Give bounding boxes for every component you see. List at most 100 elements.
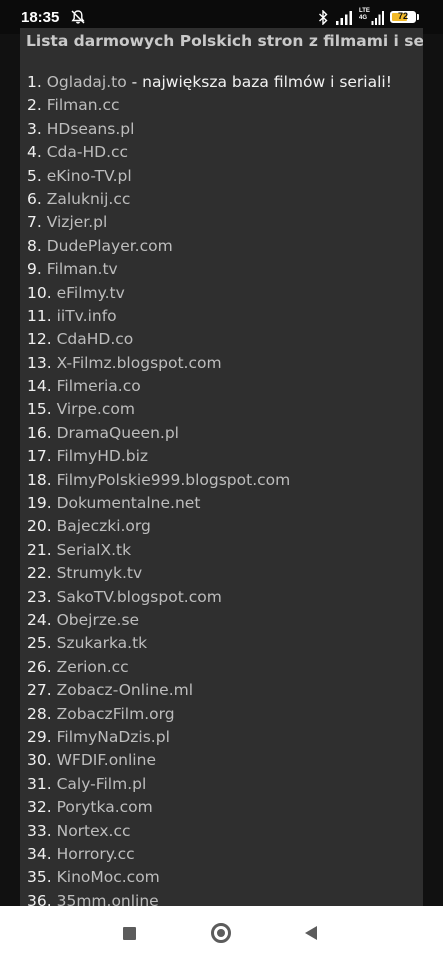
item-number: 22. — [27, 564, 52, 583]
site-link[interactable]: Strumyk.tv — [57, 564, 143, 582]
item-number: 11. — [27, 306, 52, 325]
recent-apps-icon[interactable] — [123, 927, 136, 940]
list-item: 32. Porytka.com — [27, 796, 423, 819]
site-link[interactable]: eKino-TV.pl — [47, 167, 132, 185]
list-item: 28. ZobaczFilm.org — [27, 703, 423, 726]
list-item: 9. Filman.tv — [27, 258, 423, 281]
site-link[interactable]: Ogladaj.to — [47, 73, 127, 91]
list-item: 12. CdaHD.co — [27, 328, 423, 351]
item-number: 26. — [27, 657, 52, 676]
list-item: 6. Zaluknij.cc — [27, 188, 423, 211]
item-number: 9. — [27, 260, 42, 279]
item-number: 2. — [27, 96, 42, 115]
battery-tip — [417, 14, 419, 20]
list-item: 29. FilmyNaDzis.pl — [27, 726, 423, 749]
signal-icon — [336, 11, 352, 25]
item-number: 23. — [27, 587, 52, 606]
item-number: 31. — [27, 774, 52, 793]
list-item: 10. eFilmy.tv — [27, 282, 423, 305]
site-link[interactable]: SerialX.tk — [57, 541, 131, 559]
list-item: 18. FilmyPolskie999.blogspot.com — [27, 469, 423, 492]
lte-sublabel: 4G — [359, 15, 368, 21]
site-link[interactable]: WFDIF.online — [57, 751, 156, 769]
site-link[interactable]: eFilmy.tv — [57, 284, 125, 302]
list-item: 23. SakoTV.blogspot.com — [27, 586, 423, 609]
site-link[interactable]: X-Filmz.blogspot.com — [57, 354, 222, 372]
back-icon[interactable] — [304, 925, 318, 941]
site-link[interactable]: ZobaczFilm.org — [57, 705, 175, 723]
item-number: 19. — [27, 494, 52, 513]
site-link[interactable]: Nortex.cc — [57, 822, 131, 840]
site-link[interactable]: FilmyHD.biz — [57, 447, 148, 465]
list-item: 19. Dokumentalne.net — [27, 492, 423, 515]
item-number: 29. — [27, 727, 52, 746]
list-item: 27. Zobacz-Online.ml — [27, 679, 423, 702]
item-number: 27. — [27, 681, 52, 700]
list-item: 26. Zerion.cc — [27, 656, 423, 679]
site-link[interactable]: Bajeczki.org — [57, 517, 151, 535]
site-link[interactable]: iiTv.info — [57, 307, 117, 325]
site-link[interactable]: Zaluknij.cc — [47, 190, 131, 208]
site-link[interactable]: FilmyNaDzis.pl — [57, 728, 170, 746]
site-link[interactable]: HDseans.pl — [47, 120, 135, 138]
list-item: 33. Nortex.cc — [27, 820, 423, 843]
list-item: 7. Vizjer.pl — [27, 211, 423, 234]
list-item: 11. iiTv.info — [27, 305, 423, 328]
list-item: 5. eKino-TV.pl — [27, 165, 423, 188]
lte-icon: LTE 4G — [359, 8, 370, 22]
signal-icon — [371, 11, 384, 25]
site-link[interactable]: CdaHD.co — [57, 330, 134, 348]
site-link[interactable]: KinoMoc.com — [57, 868, 160, 886]
site-link[interactable]: Filman.tv — [47, 260, 118, 278]
item-number: 21. — [27, 540, 52, 559]
item-number: 32. — [27, 798, 52, 817]
status-time: 18:35 — [21, 9, 60, 26]
site-link[interactable]: Cda-HD.cc — [47, 143, 128, 161]
site-link[interactable]: Szukarka.tk — [57, 634, 148, 652]
list-item: 13. X-Filmz.blogspot.com — [27, 352, 423, 375]
site-link[interactable]: Obejrze.se — [57, 611, 139, 629]
item-number: 34. — [27, 844, 52, 863]
site-link[interactable]: FilmyPolskie999.blogspot.com — [57, 471, 291, 489]
item-number: 5. — [27, 166, 42, 185]
bluetooth-icon — [319, 10, 328, 25]
item-number: 24. — [27, 610, 52, 629]
site-link[interactable]: Virpe.com — [57, 400, 135, 418]
list-item: 35. KinoMoc.com — [27, 866, 423, 889]
page-title: Lista darmowych Polskich stron z filmami… — [26, 32, 423, 50]
item-number: 4. — [27, 143, 42, 162]
navigation-bar — [0, 906, 443, 960]
item-number: 20. — [27, 517, 52, 536]
item-number: 25. — [27, 634, 52, 653]
site-list: 1. Ogladaj.to - największa baza filmów i… — [20, 71, 423, 906]
site-link[interactable]: Vizjer.pl — [47, 213, 108, 231]
page-content[interactable]: Lista darmowych Polskich stron z filmami… — [20, 28, 423, 906]
site-link[interactable]: DudePlayer.com — [47, 237, 173, 255]
list-item: 22. Strumyk.tv — [27, 562, 423, 585]
list-item: 1. Ogladaj.to - największa baza filmów i… — [27, 71, 423, 94]
site-link[interactable]: SakoTV.blogspot.com — [57, 588, 222, 606]
site-link[interactable]: 35mm.online — [57, 892, 159, 906]
list-item: 25. Szukarka.tk — [27, 632, 423, 655]
list-item: 4. Cda-HD.cc — [27, 141, 423, 164]
site-link[interactable]: Filman.cc — [47, 96, 120, 114]
site-link[interactable]: Caly-Film.pl — [57, 775, 147, 793]
item-number: 18. — [27, 470, 52, 489]
item-number: 15. — [27, 400, 52, 419]
site-link[interactable]: Filmeria.co — [57, 377, 141, 395]
item-number: 13. — [27, 353, 52, 372]
item-number: 33. — [27, 821, 52, 840]
list-item: 15. Virpe.com — [27, 398, 423, 421]
site-link[interactable]: Dokumentalne.net — [57, 494, 201, 512]
item-number: 6. — [27, 189, 42, 208]
site-link[interactable]: DramaQueen.pl — [57, 424, 179, 442]
site-link[interactable]: Porytka.com — [57, 798, 153, 816]
battery-level: 72 — [397, 11, 408, 21]
site-link[interactable]: Zobacz-Online.ml — [57, 681, 193, 699]
home-icon[interactable] — [211, 923, 231, 943]
item-number: 14. — [27, 377, 52, 396]
list-item: 34. Horrory.cc — [27, 843, 423, 866]
site-link[interactable]: Horrory.cc — [57, 845, 135, 863]
site-link[interactable]: Zerion.cc — [57, 658, 129, 676]
item-number: 16. — [27, 423, 52, 442]
